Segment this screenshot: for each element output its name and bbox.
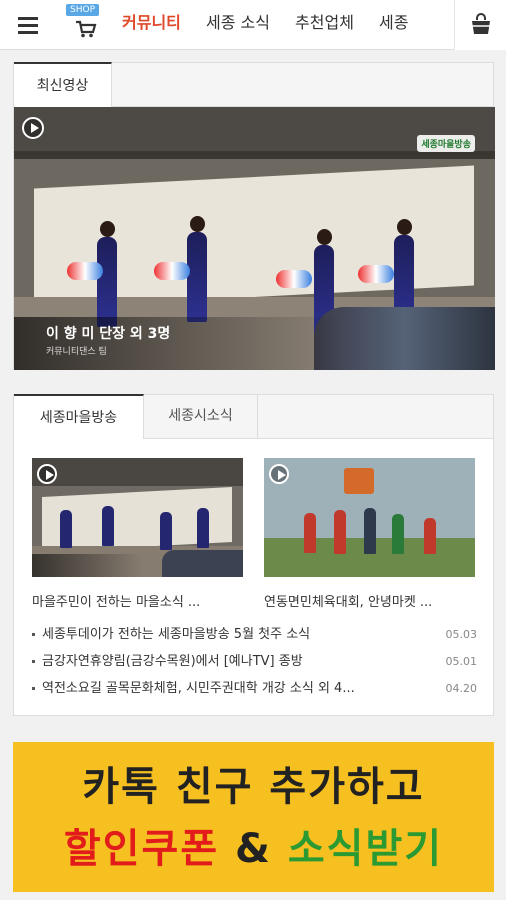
player-figure xyxy=(424,518,436,554)
category-nav: 커뮤니티 세종 소식 추천업체 세종 xyxy=(122,0,452,50)
nav-sejong[interactable]: 세종 xyxy=(379,0,408,50)
play-icon[interactable] xyxy=(269,464,289,484)
thumb-scene-crowd xyxy=(162,550,243,577)
news-date: 04.20 xyxy=(445,682,478,695)
village-broadcast-panel: 세종마을방송 세종시소식 마을주민이 전하는 마을소식 ... 연동면민체육대회… xyxy=(13,394,494,716)
video-subtitle: 커뮤니티댄스 팀 xyxy=(46,347,107,357)
video-scene-roof-edge xyxy=(14,151,495,159)
thumb-scene-basket xyxy=(344,468,374,494)
nav-recommended[interactable]: 추천업체 xyxy=(295,0,354,50)
player-figure xyxy=(392,514,404,554)
video-title: 이 향 미 단장 외 3명 xyxy=(46,326,171,342)
nav-sejong-news[interactable]: 세종 소식 xyxy=(206,0,270,50)
player-figure xyxy=(304,513,316,553)
thumbnail-caption[interactable]: 마을주민이 전하는 마을소식 ... xyxy=(32,591,247,610)
news-title[interactable]: 세종투데이가 전하는 세종마을방송 5월 첫주 소식 xyxy=(42,621,437,648)
dancer-figure xyxy=(154,212,217,322)
tab-city-news[interactable]: 세종시소식 xyxy=(144,394,258,439)
player-figure xyxy=(334,510,346,554)
tab-village-broadcast[interactable]: 세종마을방송 xyxy=(14,394,144,439)
list-item[interactable]: 역전소요길 골목문화체험, 시민주권대학 개강 소식 외 4... 04.20 xyxy=(32,675,477,702)
shopping-bag-button[interactable] xyxy=(454,0,506,50)
promo-subline: 할인쿠폰 & 소식받기 xyxy=(13,816,494,874)
thumb-scene-roof xyxy=(32,458,243,486)
video-thumbnail[interactable] xyxy=(32,458,243,577)
dancer-figure xyxy=(160,512,172,550)
latest-video-tabbar: 최신영상 xyxy=(14,62,493,107)
dancer-figure xyxy=(102,506,114,546)
shopping-bag-icon xyxy=(472,13,490,34)
broadcast-tabbar: 세종마을방송 세종시소식 xyxy=(14,394,493,439)
latest-video-panel: 최신영상 세종마을방송 이 향 미 단장 외 3명 커뮤니티댄스 팀 xyxy=(13,62,495,370)
news-list: 세종투데이가 전하는 세종마을방송 5월 첫주 소식 05.03 금강자연휴양림… xyxy=(32,621,477,702)
channel-logo: 세종마을방송 xyxy=(417,135,475,152)
featured-video[interactable]: 세종마을방송 이 향 미 단장 외 3명 커뮤니티댄스 팀 xyxy=(14,107,495,370)
list-item[interactable]: 세종투데이가 전하는 세종마을방송 5월 첫주 소식 05.03 xyxy=(32,621,477,648)
menu-icon[interactable] xyxy=(0,0,54,50)
promo-coupon-text: 할인쿠폰 xyxy=(63,826,220,872)
news-date: 05.01 xyxy=(445,655,478,668)
shop-button[interactable]: SHOP xyxy=(60,0,108,50)
play-icon[interactable] xyxy=(37,464,57,484)
news-title[interactable]: 금강자연휴양림(금강수목원)에서 [예나TV] 종방 xyxy=(42,648,437,675)
cart-icon xyxy=(76,20,97,38)
news-title[interactable]: 역전소요길 골목문화체험, 시민주권대학 개강 소식 외 4... xyxy=(42,675,437,702)
promo-headline: 카톡 친구 추가하고 xyxy=(82,764,425,810)
tab-latest-video[interactable]: 최신영상 xyxy=(14,62,112,107)
dancer-figure xyxy=(67,217,127,327)
top-nav-bar: SHOP 커뮤니티 세종 소식 추천업체 세종 xyxy=(0,0,506,50)
bullet-icon xyxy=(32,687,35,690)
bullet-icon xyxy=(32,633,35,636)
list-item[interactable]: 금강자연휴양림(금강수목원)에서 [예나TV] 종방 05.01 xyxy=(32,648,477,675)
promo-ampersand: & xyxy=(219,826,288,872)
dancer-figure xyxy=(60,510,72,548)
thumb-caption-bg xyxy=(32,554,142,577)
player-figure xyxy=(364,508,376,554)
promo-news-text: 소식받기 xyxy=(287,826,444,872)
dancer-figure xyxy=(197,508,209,548)
nav-community[interactable]: 커뮤니티 xyxy=(122,0,181,50)
news-date: 05.03 xyxy=(445,628,478,641)
play-icon[interactable] xyxy=(22,117,44,139)
kakao-promo-banner[interactable]: 카톡 친구 추가하고 할인쿠폰 & 소식받기 xyxy=(13,742,494,892)
video-thumbnail[interactable] xyxy=(264,458,475,577)
thumbnail-caption[interactable]: 연동면민체육대회, 안녕마켓 ... xyxy=(264,591,479,610)
shop-badge: SHOP xyxy=(66,4,99,16)
bullet-icon xyxy=(32,660,35,663)
